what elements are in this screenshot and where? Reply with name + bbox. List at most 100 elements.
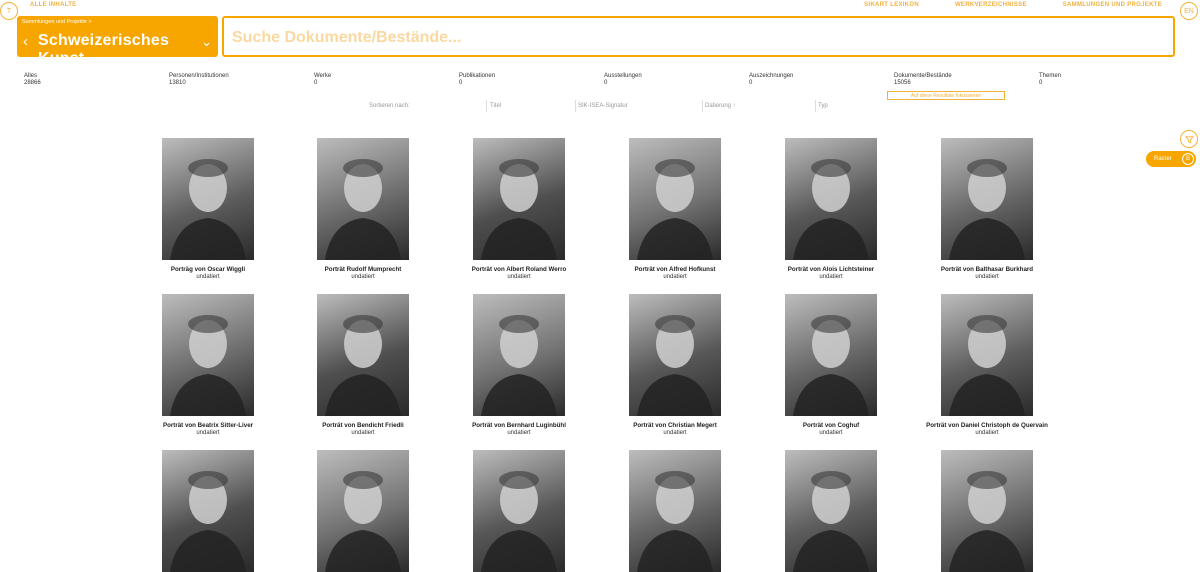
result-caption[interactable]: Porträt Rudolf Mumprecht xyxy=(288,266,438,273)
category-ausstellungen[interactable]: Ausstellungen 0 xyxy=(604,73,642,87)
sort-bar: Sortieren nach: Titel SIK-ISEA-Signatur … xyxy=(0,103,1200,113)
category-label: Ausstellungen xyxy=(604,73,642,79)
category-label: Publikationen xyxy=(459,73,496,79)
category-label: Alles xyxy=(24,73,38,79)
portrait-photo[interactable] xyxy=(162,450,254,572)
view-mode-button[interactable]: Raster B xyxy=(1146,151,1196,167)
result-card[interactable]: Porträt von Alois Lichtsteiner undatiert xyxy=(756,138,906,280)
portrait-photo[interactable] xyxy=(785,138,877,260)
category-label: Werke xyxy=(314,73,332,79)
result-card[interactable]: Porträt von Alfred Hofkunst undatiert xyxy=(600,138,750,280)
result-date: undatiert xyxy=(196,274,220,280)
portrait-photo[interactable] xyxy=(941,138,1033,260)
search-input[interactable] xyxy=(224,18,1183,57)
result-caption[interactable]: Porträt von Beatrix Sitter-Liver xyxy=(133,422,283,429)
portrait-photo[interactable] xyxy=(941,450,1033,572)
category-werke[interactable]: Werke 0 xyxy=(314,73,331,87)
portrait-photo[interactable] xyxy=(785,294,877,416)
result-caption[interactable]: Porträt von Alois Lichtsteiner xyxy=(756,266,906,273)
category-label: Themen xyxy=(1039,73,1062,79)
category-themen[interactable]: Themen 0 xyxy=(1039,73,1061,87)
portrait-photo[interactable] xyxy=(473,450,565,572)
category-alles[interactable]: Alles 28866 xyxy=(24,73,41,87)
result-caption[interactable]: Porträt von Albert Roland Werro xyxy=(444,266,594,273)
portrait-photo[interactable] xyxy=(162,138,254,260)
funnel-icon[interactable] xyxy=(1180,130,1198,148)
result-card[interactable]: Porträg von Oscar Wiggli undatiert xyxy=(133,138,283,280)
result-card[interactable]: Porträt von Beatrix Sitter-Liver undatier… xyxy=(133,294,283,436)
category-publikationen[interactable]: Publikationen 0 xyxy=(459,73,495,87)
result-caption[interactable]: Porträg von Oscar Wiggli xyxy=(133,266,283,273)
category-count: 0 xyxy=(1039,80,1043,86)
search-box xyxy=(222,16,1183,57)
result-card[interactable]: Porträt von Albert Roland Werro undatiert xyxy=(444,138,594,280)
view-mode-label: Raster xyxy=(1154,156,1172,162)
category-count: 28866 xyxy=(24,80,41,86)
portrait-photo[interactable] xyxy=(473,294,565,416)
result-date: undatiert xyxy=(351,430,375,436)
category-label: Dokumente/Bestände xyxy=(894,73,952,79)
back-chevron-icon[interactable]: ‹ xyxy=(23,33,28,50)
focus-results-button[interactable]: Auf diese Resultate fokussieren xyxy=(887,91,1005,100)
sort-option-datierung[interactable]: Datierung ↑ xyxy=(705,103,736,109)
collection-title: Schweizerisches Kunst... xyxy=(38,32,170,67)
result-card[interactable] xyxy=(444,450,594,572)
result-caption[interactable]: Porträt von Christian Megert xyxy=(600,422,750,429)
result-caption[interactable]: Porträt von Coghuf xyxy=(756,422,906,429)
result-caption[interactable]: Porträt von Bendicht Friedli xyxy=(288,422,438,429)
all-contents-link[interactable]: ALLE INHALTE xyxy=(30,2,77,8)
collection-breadcrumb[interactable]: Sammlungen und Projekte > xyxy=(22,19,92,25)
result-card[interactable]: Porträt von Christian Megert undatiert xyxy=(600,294,750,436)
portrait-photo[interactable] xyxy=(162,294,254,416)
sort-option-typ[interactable]: Typ xyxy=(818,103,828,109)
collection-selector[interactable]: Sammlungen und Projekte > ‹ Schweizerisc… xyxy=(17,16,218,67)
portrait-photo[interactable] xyxy=(473,138,565,260)
portrait-photo[interactable] xyxy=(629,138,721,260)
result-card[interactable] xyxy=(912,450,1062,572)
result-caption[interactable]: Porträt von Balthasar Burkhard xyxy=(912,266,1062,273)
category-dokumente[interactable]: Dokumente/Bestände 15056 xyxy=(894,73,952,87)
category-count: 15056 xyxy=(894,80,911,86)
portrait-photo[interactable] xyxy=(941,294,1033,416)
sort-option-titel[interactable]: Titel xyxy=(490,103,501,109)
portrait-photo[interactable] xyxy=(629,294,721,416)
result-date: undatiert xyxy=(196,430,220,436)
portrait-photo[interactable] xyxy=(785,450,877,572)
sort-divider xyxy=(486,100,487,112)
result-date: undatiert xyxy=(663,430,687,436)
result-card[interactable] xyxy=(133,450,283,572)
portrait-photo[interactable] xyxy=(629,450,721,572)
chevron-down-icon[interactable]: ⌄ xyxy=(201,34,212,50)
result-card[interactable]: Porträt von Bendicht Friedli undatiert xyxy=(288,294,438,436)
category-count: 0 xyxy=(604,80,608,86)
nav-sikart-lexikon[interactable]: SIKART LEXIKON xyxy=(864,2,919,8)
result-card[interactable]: Porträt Rudolf Mumprecht undatiert xyxy=(288,138,438,280)
result-card[interactable] xyxy=(600,450,750,572)
portrait-photo[interactable] xyxy=(317,294,409,416)
result-card[interactable] xyxy=(288,450,438,572)
result-caption[interactable]: Porträt von Alfred Hofkunst xyxy=(600,266,750,273)
category-count: 0 xyxy=(749,80,753,86)
result-card[interactable]: Porträt von Bernhard Luginbühl undatiert xyxy=(444,294,594,436)
result-card[interactable]: Porträt von Daniel Christoph de Quervain… xyxy=(912,294,1062,436)
result-date: undatiert xyxy=(351,274,375,280)
result-caption[interactable]: Porträt von Daniel Christoph de Quervain xyxy=(912,422,1062,429)
category-auszeichnungen[interactable]: Auszeichnungen 0 xyxy=(749,73,793,87)
category-personen[interactable]: Personen/Institutionen 13810 xyxy=(169,73,229,87)
nav-werkverzeichnisse[interactable]: WERKVERZEICHNISSE xyxy=(955,2,1027,8)
sort-divider xyxy=(575,100,576,112)
result-date: undatiert xyxy=(975,430,999,436)
portrait-photo[interactable] xyxy=(317,138,409,260)
nav-sammlungen-projekte[interactable]: SAMMLUNGEN UND PROJEKTE xyxy=(1063,2,1162,8)
sort-divider xyxy=(815,100,816,112)
portrait-photo[interactable] xyxy=(317,450,409,572)
category-count: 0 xyxy=(459,80,463,86)
result-caption[interactable]: Porträt von Bernhard Luginbühl xyxy=(444,422,594,429)
result-card[interactable] xyxy=(756,450,906,572)
sort-option-signatur[interactable]: SIK-ISEA-Signatur xyxy=(578,103,628,109)
result-date: undatiert xyxy=(975,274,999,280)
result-card[interactable]: Porträt von Coghuf undatiert xyxy=(756,294,906,436)
result-card[interactable]: Porträt von Balthasar Burkhard undatiert xyxy=(912,138,1062,280)
sikart-logo-icon[interactable]: T xyxy=(0,2,18,20)
result-date: undatiert xyxy=(819,274,843,280)
